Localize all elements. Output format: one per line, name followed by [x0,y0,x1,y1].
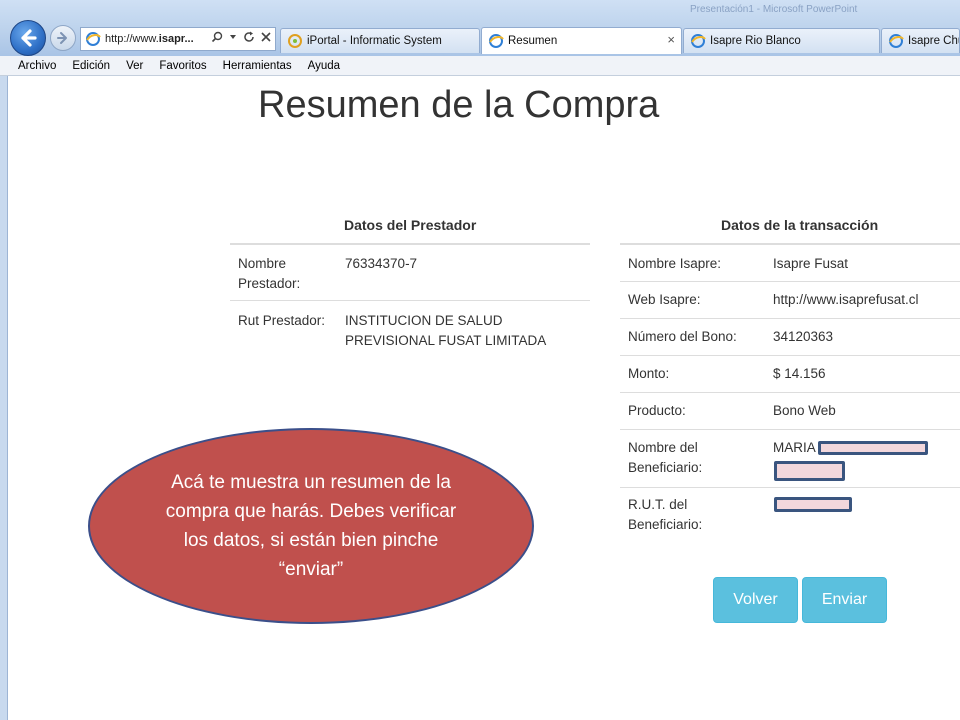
page-title: Resumen de la Compra [258,84,660,126]
window-left-border [0,76,8,720]
ie-favicon-icon [889,34,904,48]
iportal-favicon-icon [288,34,302,48]
stop-icon[interactable] [261,32,271,42]
volver-button[interactable]: Volver [713,577,798,623]
dropdown-arrow-icon[interactable] [229,33,237,41]
transaccion-row-divider [620,318,960,319]
menu-herramientas[interactable]: Herramientas [223,60,292,72]
prestador-header-rule [230,243,590,245]
transaccion-row-divider [620,487,960,488]
menu-favoritos[interactable]: Favoritos [159,60,206,72]
back-button[interactable] [10,20,46,56]
transaccion-label-isapre: Nombre Isapre: [628,256,722,271]
transaccion-label-rut: R.U.T. del Beneficiario: [628,497,703,532]
ie-page-icon [86,32,101,46]
transaccion-label-producto: Producto: [628,403,686,418]
ie-favicon-icon [691,34,706,48]
transaccion-label-beneficiario: Nombre del Beneficiario: [628,440,703,475]
tab-resumen[interactable]: Resumen × [481,27,682,54]
menu-archivo[interactable]: Archivo [18,60,56,72]
transaccion-row-divider [620,429,960,430]
prestador-value-nombre: 76334370-7 [345,256,418,271]
menu-ver[interactable]: Ver [126,60,143,72]
transaccion-label-web: Web Isapre: [628,292,701,307]
transaccion-value-bono: 34120363 [773,329,834,344]
transaccion-row-divider [620,355,960,356]
forward-button[interactable] [50,25,76,51]
callout-text: Acá te muestra un resumen de la compra q… [165,472,457,580]
search-icon[interactable] [211,31,223,43]
transaccion-value-monto: $ 14.156 [773,366,826,381]
prestador-label-rut: Rut Prestador: [238,313,326,328]
browser-titlebar: Presentación1 - Microsoft PowerPoint htt… [0,0,960,56]
tab-iportal[interactable]: iPortal - Informatic System [280,28,480,53]
redacted-rut-box [774,497,852,512]
tab-isapre-chu[interactable]: Isapre Chu [881,28,960,53]
redacted-name-box [818,441,928,455]
tab-isapre-rio-blanco[interactable]: Isapre Rio Blanco [683,28,880,53]
prestador-value-rut: INSTITUCION DE SALUD PREVISIONAL FUSAT L… [345,313,547,348]
prestador-row-divider [230,300,590,301]
menu-ayuda[interactable]: Ayuda [308,60,340,72]
transaccion-label-monto: Monto: [628,366,670,381]
address-url: http://www.isapr... [105,33,194,45]
address-bar[interactable]: http://www.isapr... [80,27,276,51]
back-arrow-icon [21,29,37,47]
transaccion-row-divider [620,392,960,393]
close-tab-icon[interactable]: × [667,32,675,47]
transaccion-heading: Datos de la transacción [721,217,879,233]
transaccion-row-divider [620,281,960,282]
refresh-icon[interactable] [243,31,255,43]
transaccion-label-bono: Número del Bono: [628,329,737,344]
transaccion-value-isapre: Isapre Fusat [773,256,849,271]
menu-edicion[interactable]: Edición [72,60,110,72]
redacted-name-box [774,461,845,481]
menu-bar: Archivo Edición Ver Favoritos Herramient… [0,56,960,76]
ie-favicon-icon [489,34,504,48]
prestador-heading: Datos del Prestador [344,217,477,233]
transaccion-header-rule [620,243,960,245]
instruction-callout: Acá te muestra un resumen de la compra q… [88,428,534,624]
transaccion-value-web: http://www.isaprefusat.cl [773,292,919,307]
prestador-label-nombre: Nombre Prestador: [238,256,301,291]
forward-arrow-icon [57,32,67,44]
window-title: Presentación1 - Microsoft PowerPoint [690,4,858,15]
transaccion-value-producto: Bono Web [773,403,836,418]
enviar-button[interactable]: Enviar [802,577,887,623]
